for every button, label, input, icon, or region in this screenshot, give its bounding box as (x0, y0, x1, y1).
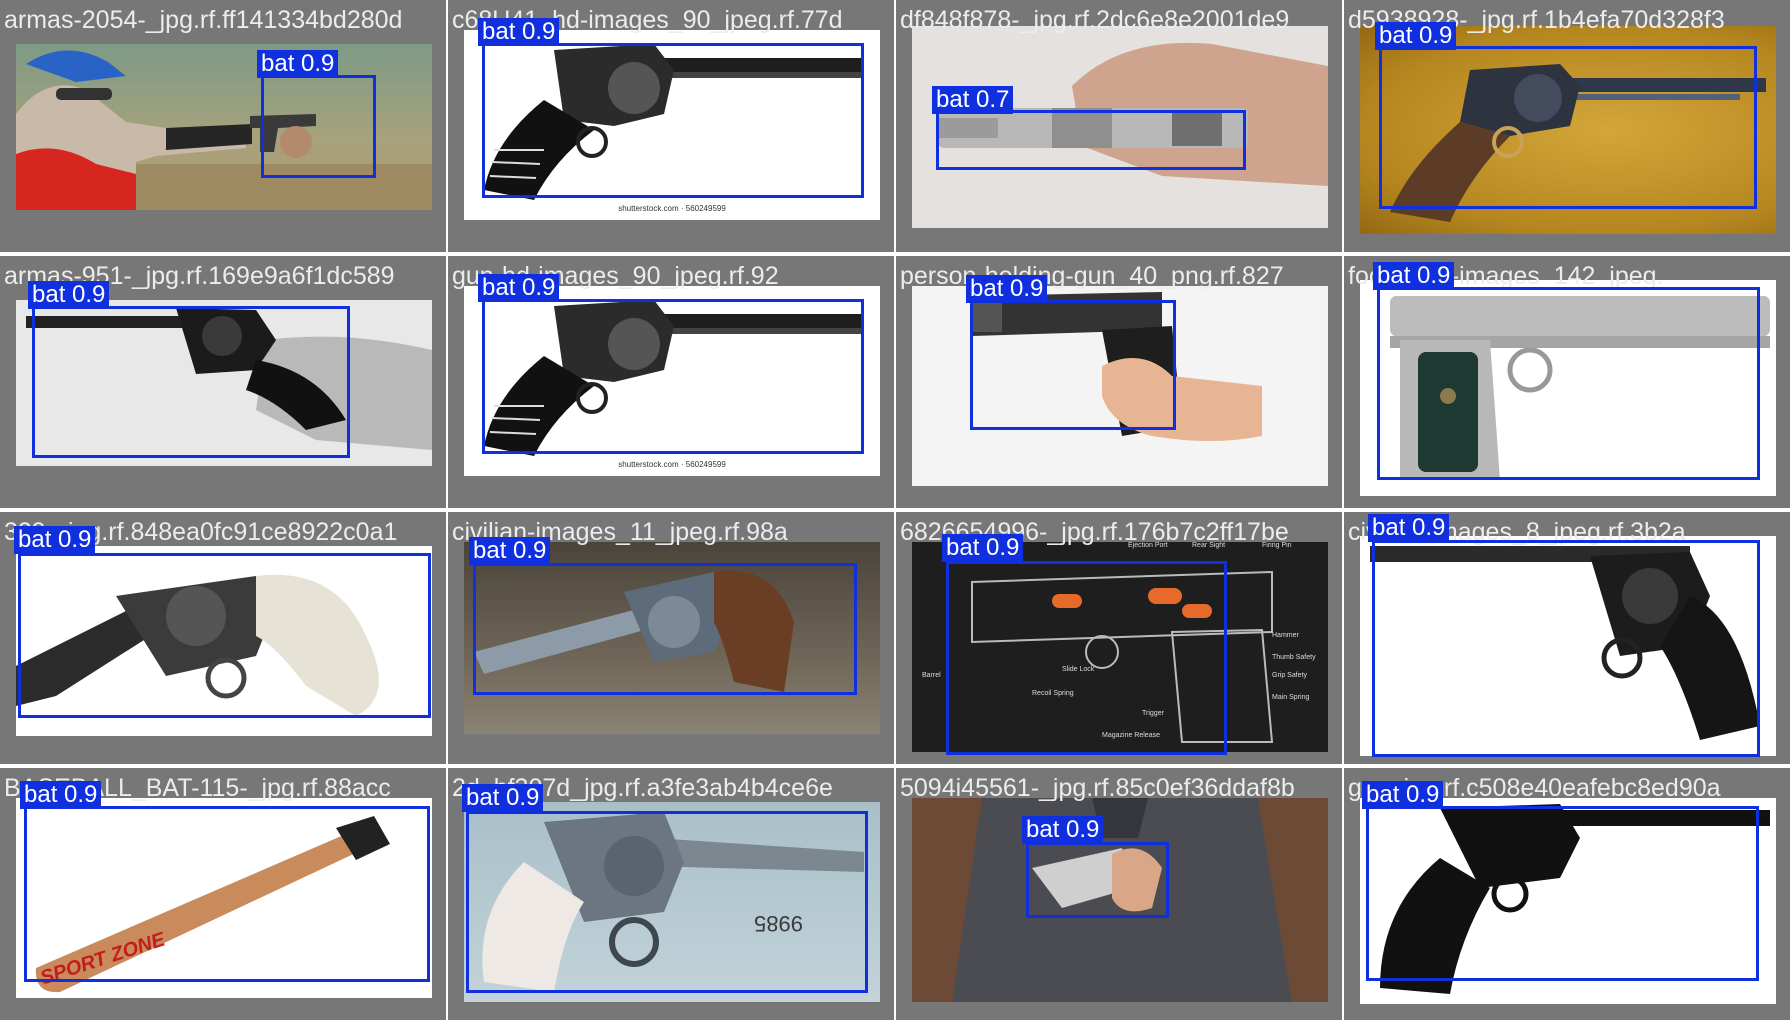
detection-tag: bat 0.9 (1022, 816, 1104, 844)
mosaic-tile: 329-_jpg.rf.848ea0fc91ce8922c0a1 bat 0.9 (0, 512, 446, 764)
diagram-label: Barrel (922, 672, 941, 679)
mosaic-tile: df848f878-_jpg.rf.2dc6e8e2001de9 bat 0.7 (896, 0, 1342, 252)
mosaic-tile: civilian-images_11_jpeg.rf.98a bat 0.9 (448, 512, 894, 764)
detection-tag: bat 0.9 (1368, 514, 1450, 542)
bounding-box (1372, 540, 1760, 757)
diagram-label: Main Spring (1272, 694, 1310, 701)
bounding-box (482, 299, 864, 454)
bounding-box (970, 300, 1176, 430)
detection-mosaic: armas-2054-_jpg.rf.ff141334bd280d bat 0.… (0, 0, 1792, 1024)
diagram-label: Hammer (1272, 632, 1299, 639)
bounding-box (936, 110, 1246, 170)
bounding-box (1377, 287, 1760, 480)
bounding-box (32, 306, 350, 458)
mosaic-tile: 9985 2d_bf307d_jpg.rf.a3fe3ab4b4ce6e bat… (448, 768, 894, 1020)
filename-label: armas-2054-_jpg.rf.ff141334bd280d (4, 6, 403, 34)
mosaic-tile: shutterstock.com · 560249599 c68U41_hd-i… (448, 0, 894, 252)
detection-tag: bat 0.9 (20, 781, 102, 809)
bounding-box (1379, 46, 1757, 209)
filename-label: 5094i45561-_jpg.rf.85c0ef36ddaf8b (900, 774, 1295, 802)
mosaic-tile: shutterstock.com · 560249599 gun-hd-imag… (448, 256, 894, 508)
mosaic-tile: person-holding-gun_40_png.rf.827 bat 0.9 (896, 256, 1342, 508)
mosaic-tile: armas-2054-_jpg.rf.ff141334bd280d bat 0.… (0, 0, 446, 252)
watermark-caption: shutterstock.com · 560249599 (618, 204, 726, 213)
bounding-box (946, 561, 1227, 755)
bounding-box (261, 75, 376, 178)
detection-tag: bat 0.9 (14, 526, 96, 554)
mosaic-tile: civilian-images_8_jpeg.rf.3b2a bat 0.9 (1344, 512, 1790, 764)
mosaic-tile: armas-951-_jpg.rf.169e9a6f1dc589 bat 0.9 (0, 256, 446, 508)
bounding-box (482, 43, 864, 198)
detection-tag: bat 0.9 (966, 275, 1048, 303)
mosaic-tile: Ejection Port Rear Sight Firing Pin Hamm… (896, 512, 1342, 764)
detection-tag: bat 0.9 (462, 784, 544, 812)
diagram-label: Thumb Safety (1272, 654, 1316, 661)
detection-tag: bat 0.9 (257, 50, 339, 78)
detection-tag: bat 0.7 (932, 86, 1014, 114)
detection-tag: bat 0.9 (1373, 262, 1455, 290)
detection-tag: bat 0.9 (1375, 22, 1457, 50)
bounding-box (1366, 806, 1759, 981)
bounding-box (466, 811, 868, 993)
filename-label: person-holding-gun_40_png.rf.827 (900, 262, 1284, 290)
detection-tag: bat 0.9 (478, 274, 560, 302)
watermark-caption: shutterstock.com · 560249599 (618, 460, 726, 469)
bounding-box (1026, 842, 1169, 918)
detection-tag: bat 0.9 (478, 18, 560, 46)
filename-label: df848f878-_jpg.rf.2dc6e8e2001de9 (900, 6, 1290, 34)
detection-tag: bat 0.9 (1362, 781, 1444, 809)
detection-tag: bat 0.9 (28, 281, 110, 309)
mosaic-tile: SPORT ZONE BASEBALL_BAT-115-_jpg.rf.88ac… (0, 768, 446, 1020)
diagram-label: Grip Safety (1272, 672, 1308, 679)
detection-tag: bat 0.9 (942, 534, 1024, 562)
bounding-box (24, 806, 430, 982)
mosaic-tile: footballer-images_142_jpeg. bat 0.9 (1344, 256, 1790, 508)
detection-tag: bat 0.9 (469, 537, 551, 565)
mosaic-tile: d5938928-_jpg.rf.1b4efa70d328f3 bat 0.9 (1344, 0, 1790, 252)
mosaic-tile: gun_jpg.rf.c508e40eafebc8ed90a bat 0.9 (1344, 768, 1790, 1020)
bounding-box (18, 553, 431, 718)
bounding-box (473, 563, 857, 695)
mosaic-tile: 5094i45561-_jpg.rf.85c0ef36ddaf8b bat 0.… (896, 768, 1342, 1020)
